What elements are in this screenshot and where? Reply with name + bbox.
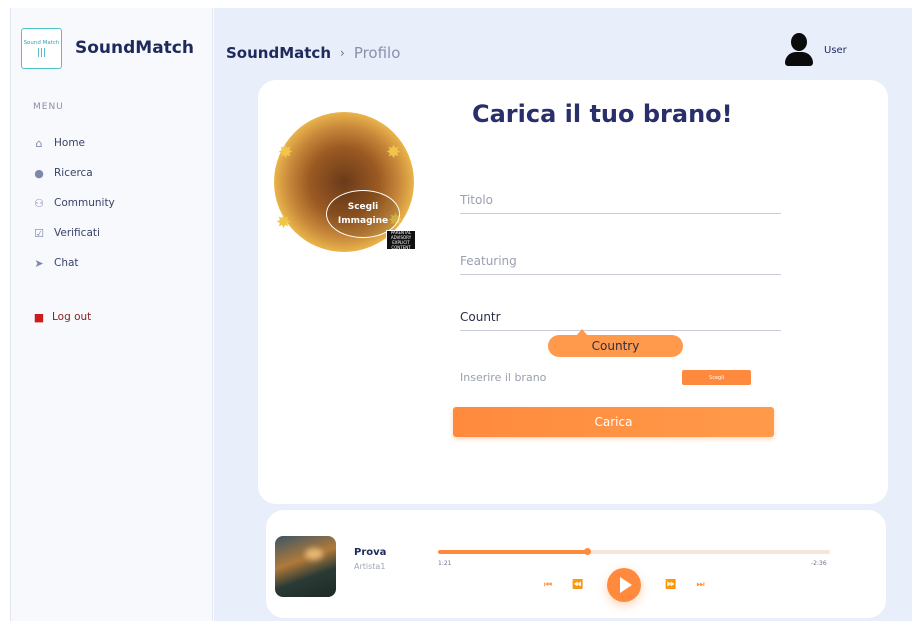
explicit-badge: PARENTAL ADVISORY EXPLICIT CONTENT [386, 230, 416, 250]
home-icon: ⌂ [35, 136, 43, 150]
title-input[interactable]: Titolo [460, 184, 781, 214]
choose-song-button[interactable]: Scegli [682, 370, 751, 385]
current-time: 1:21 [438, 560, 452, 567]
brand-name: SoundMatch [75, 38, 194, 58]
rewind-icon[interactable]: ⏪ [572, 580, 583, 590]
player-controls: ⏮ ⏪ ⏩ ⏭ [534, 568, 715, 602]
logout-label: Log out [52, 311, 92, 323]
page-title: Carica il tuo brano! [472, 100, 733, 128]
sparkle-icon: ✸ [278, 142, 294, 163]
sidebar-item-label: Community [54, 197, 115, 209]
sidebar-nav: ⌂ Home ● Ricerca ⚇ Community ☑ Verificat… [33, 128, 115, 278]
logo-text: Sound Match [23, 39, 60, 46]
skip-forward-icon[interactable]: ⏭ [697, 580, 705, 590]
people-icon: ⚇ [34, 196, 44, 210]
main-area: SoundMatch › Profilo User ✸ ✸ ✸ ✸ Scegli… [214, 8, 912, 621]
sidebar-item-label: Verificati [54, 227, 100, 239]
sidebar-item-community[interactable]: ⚇ Community [33, 188, 115, 218]
sidebar-item-ricerca[interactable]: ● Ricerca [33, 158, 115, 188]
logout-button[interactable]: ■ Log out [33, 310, 92, 324]
user-menu[interactable]: User [784, 33, 847, 67]
send-icon: ➤ [34, 256, 44, 270]
track-title: Prova [354, 547, 387, 558]
sidebar-item-verificati[interactable]: ☑ Verificati [33, 218, 115, 248]
music-player: Prova Artista1 1:21 -2:36 ⏮ ⏪ ⏩ ⏭ [266, 510, 886, 618]
fast-forward-icon[interactable]: ⏩ [665, 580, 676, 590]
upload-card: ✸ ✸ ✸ ✸ Scegli Immagine PARENTAL ADVISOR… [258, 80, 888, 504]
sidebar-item-label: Ricerca [54, 167, 93, 179]
breadcrumb: SoundMatch › Profilo [226, 44, 400, 62]
track-thumbnail [275, 536, 336, 597]
app-logo[interactable]: Sound Match ||| [21, 28, 62, 69]
breadcrumb-separator: › [340, 46, 345, 60]
country-input[interactable]: Countr [460, 301, 781, 331]
skip-back-icon[interactable]: ⏮ [544, 580, 552, 590]
check-icon: ☑ [34, 226, 44, 240]
search-icon: ● [34, 166, 44, 180]
remaining-time: -2:36 [811, 560, 827, 567]
play-icon [619, 577, 632, 593]
menu-label: MENU [33, 102, 64, 112]
progress-fill [438, 550, 587, 554]
soundwave-icon: ||| [36, 47, 47, 58]
sidebar-item-home[interactable]: ⌂ Home [33, 128, 115, 158]
sparkle-icon: ✸ [276, 212, 292, 233]
user-avatar-icon [784, 33, 814, 67]
breadcrumb-page: Profilo [353, 44, 401, 62]
progress-handle[interactable] [583, 548, 591, 555]
sidebar-item-chat[interactable]: ➤ Chat [33, 248, 115, 278]
track-artist: Artista1 [354, 562, 386, 571]
user-name: User [824, 44, 847, 56]
sidebar-item-label: Home [54, 137, 86, 149]
progress-bar[interactable] [438, 548, 830, 555]
country-suggestion[interactable]: Country [548, 329, 683, 357]
cover-image: ✸ ✸ ✸ ✸ Scegli Immagine PARENTAL ADVISOR… [274, 112, 416, 252]
song-label: Inserire il brano [460, 371, 547, 384]
breadcrumb-app[interactable]: SoundMatch [226, 44, 331, 62]
sparkle-icon: ✸ [386, 142, 402, 163]
sidebar: Sound Match ||| SoundMatch MENU ⌂ Home ●… [10, 8, 213, 621]
upload-button[interactable]: Carica [453, 407, 774, 437]
logout-icon: ■ [33, 310, 45, 324]
play-button[interactable] [607, 568, 642, 602]
featuring-input[interactable]: Featuring [460, 245, 781, 275]
sidebar-item-label: Chat [54, 257, 79, 269]
